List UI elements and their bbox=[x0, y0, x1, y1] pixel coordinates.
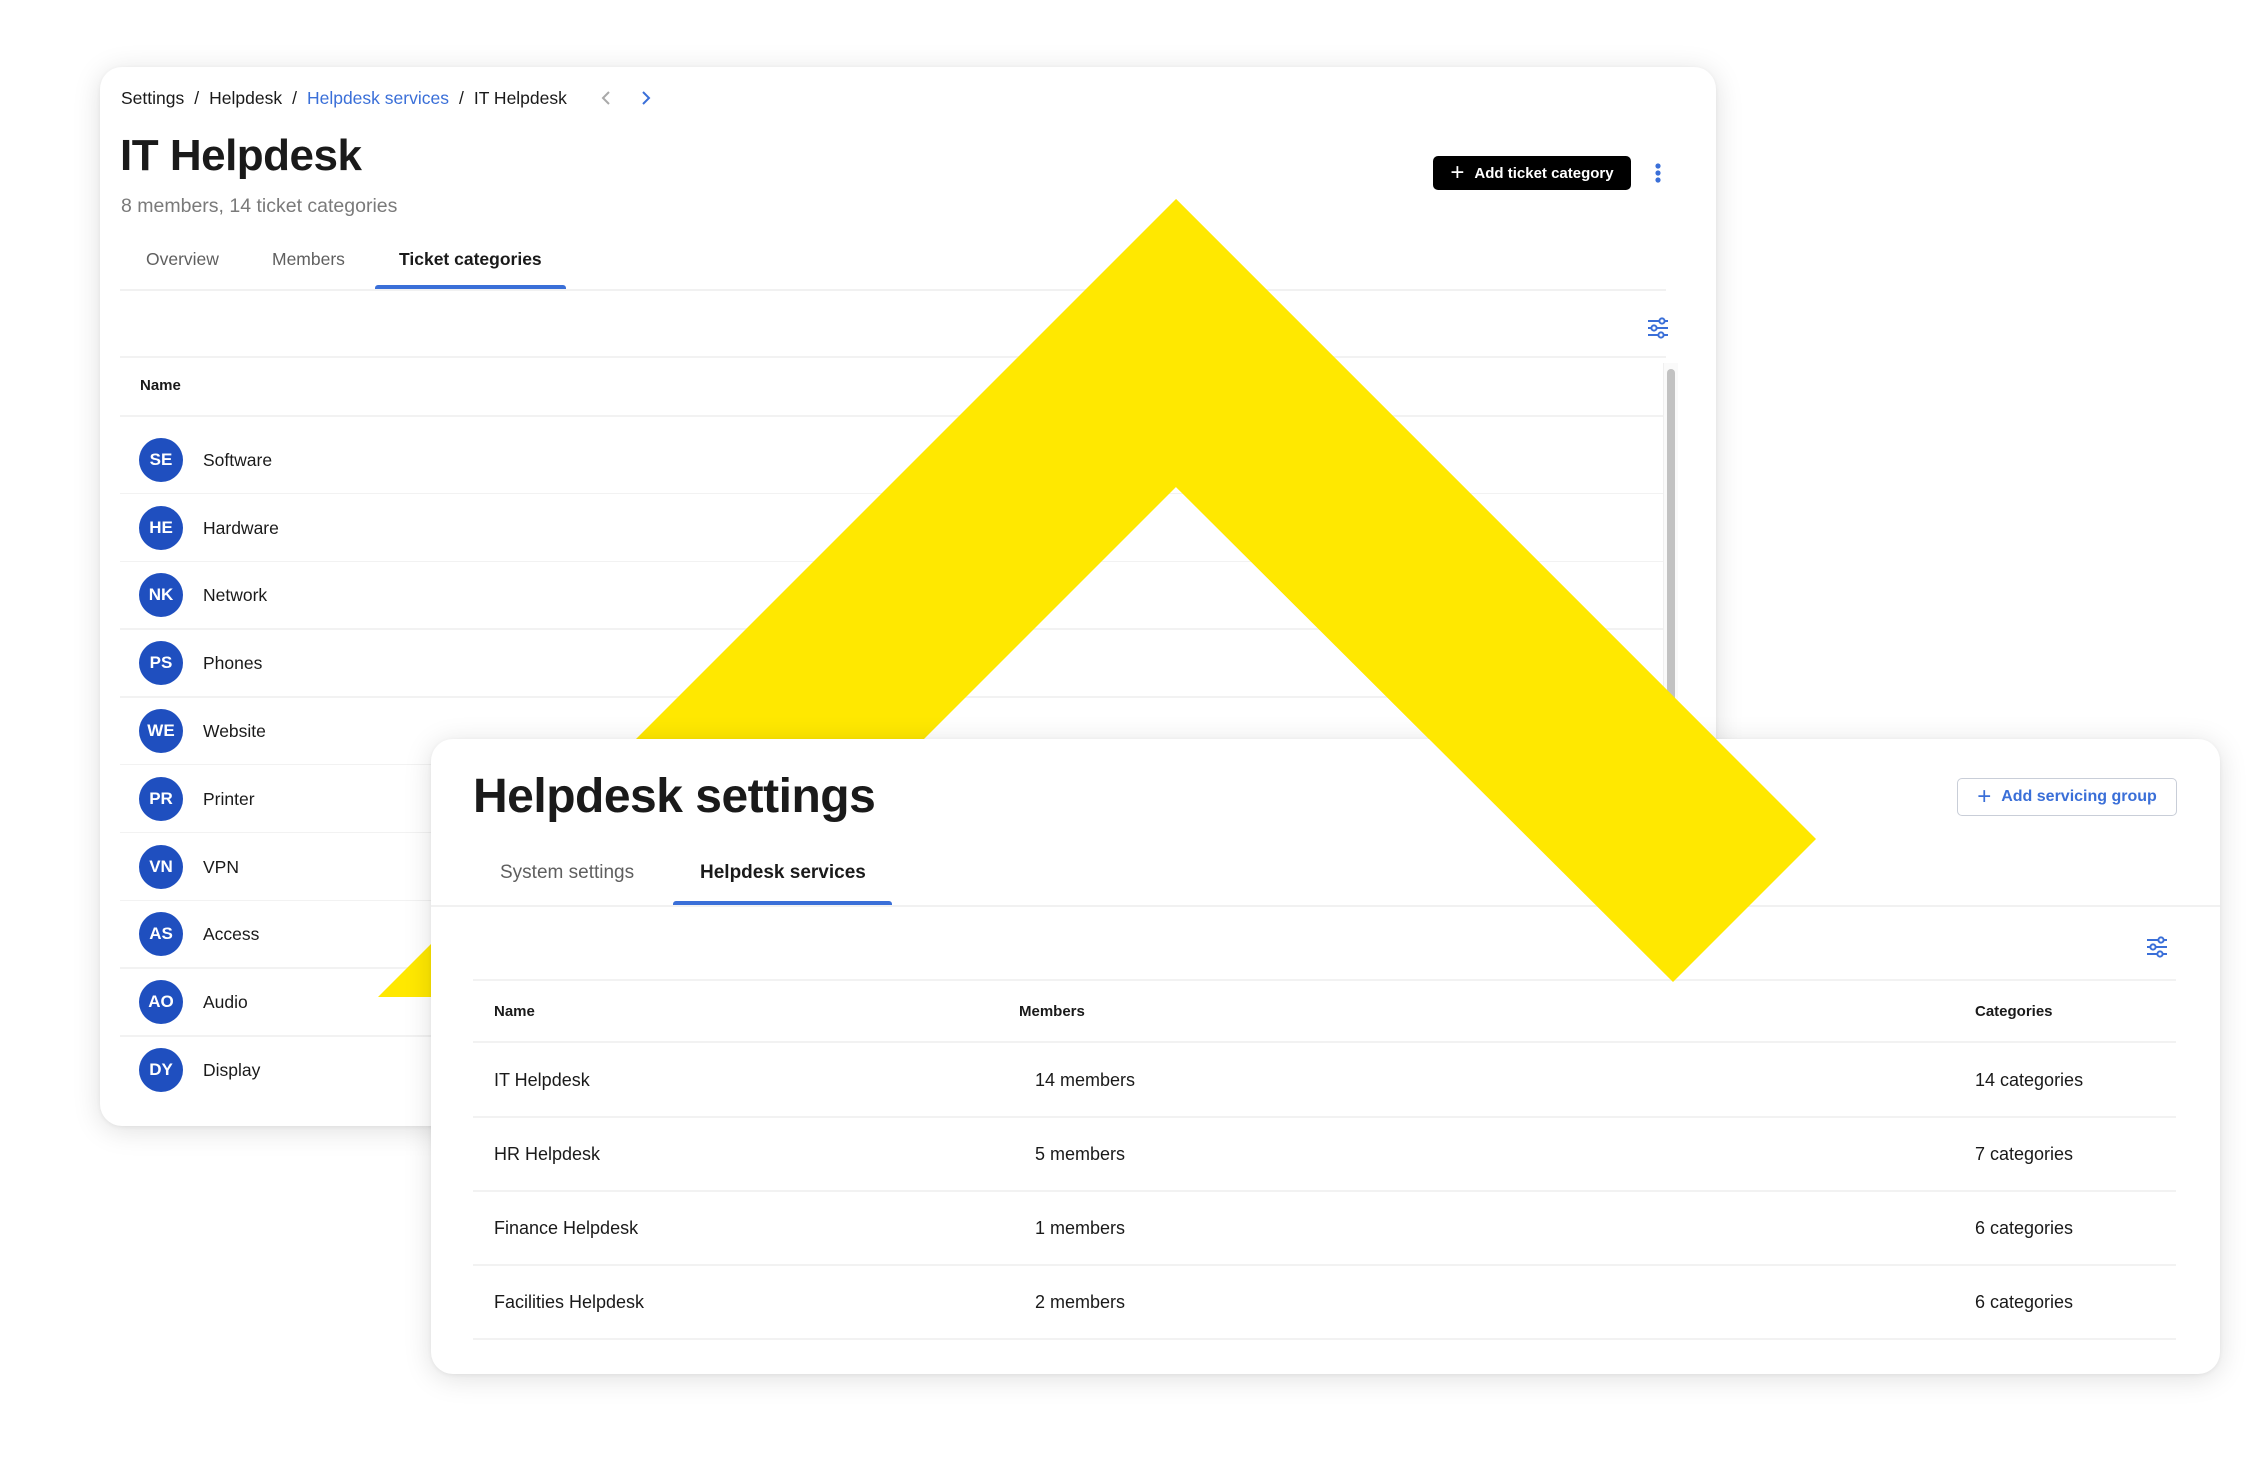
tab-helpdesk-services[interactable]: Helpdesk services bbox=[700, 862, 866, 884]
nav-prev-button[interactable] bbox=[595, 87, 617, 109]
chevron-right-icon bbox=[642, 91, 651, 105]
helpdesk-name: IT Helpdesk bbox=[494, 1070, 590, 1090]
categories-count: 7 categories bbox=[1975, 1144, 2074, 1164]
chevron-left-icon bbox=[601, 91, 610, 105]
members-count: 2 members bbox=[1035, 1292, 1126, 1312]
tab-system-settings[interactable]: System settings bbox=[500, 862, 634, 884]
table-row[interactable]: Facilities Helpdesk 2 members 6 categori… bbox=[473, 1265, 2176, 1340]
column-header-members[interactable]: Members bbox=[1019, 1003, 1085, 1020]
list-item[interactable]: SE Software bbox=[120, 426, 1663, 495]
categories-count: 6 categories bbox=[1975, 1218, 2074, 1238]
row-divider bbox=[473, 1338, 2176, 1340]
list-item[interactable]: HE Hardware bbox=[120, 494, 1663, 563]
members-count: 5 members bbox=[1035, 1144, 1126, 1164]
tab-members[interactable]: Members bbox=[272, 249, 345, 270]
category-name: Network bbox=[203, 585, 268, 606]
page-title: IT Helpdesk bbox=[120, 131, 362, 180]
helpdesk-name: Facilities Helpdesk bbox=[494, 1292, 645, 1312]
breadcrumb-item-helpdesk[interactable]: Helpdesk bbox=[209, 88, 282, 109]
plus-icon: + bbox=[1977, 783, 1992, 810]
members-count: 14 members bbox=[1035, 1070, 1136, 1090]
avatar: PR bbox=[139, 776, 183, 821]
list-item[interactable]: NK Network bbox=[120, 562, 1663, 630]
helpdesk-name: HR Helpdesk bbox=[494, 1144, 601, 1164]
add-servicing-group-label: Add servicing group bbox=[2001, 788, 2157, 805]
table-settings-button[interactable] bbox=[1646, 316, 1670, 340]
table-top-border bbox=[473, 979, 2176, 981]
table-settings-button[interactable] bbox=[2145, 935, 2169, 959]
avatar: NK bbox=[139, 573, 183, 618]
page-subtitle: 8 members, 14 ticket categories bbox=[121, 195, 398, 217]
breadcrumb-separator: / bbox=[458, 87, 464, 108]
tab-overview[interactable]: Overview bbox=[146, 249, 219, 270]
category-name: Display bbox=[203, 1060, 261, 1081]
more-options-button[interactable] bbox=[1650, 159, 1666, 189]
avatar: PS bbox=[139, 641, 183, 686]
category-name: Software bbox=[203, 449, 273, 470]
category-name: Phones bbox=[203, 653, 263, 674]
category-name: Hardware bbox=[203, 517, 279, 538]
sliders-icon bbox=[2147, 936, 2167, 958]
column-header-categories[interactable]: Categories bbox=[1975, 1003, 2053, 1020]
column-header-name[interactable]: Name bbox=[140, 377, 181, 394]
add-ticket-category-label: Add ticket category bbox=[1474, 164, 1614, 182]
table-row[interactable]: HR Helpdesk 5 members 7 categories bbox=[473, 1117, 2176, 1192]
breadcrumb-separator: / bbox=[292, 87, 297, 108]
avatar: VN bbox=[139, 844, 183, 889]
list-item[interactable]: PS Phones bbox=[120, 629, 1663, 698]
category-name: VPN bbox=[203, 856, 239, 877]
avatar: HE bbox=[139, 505, 183, 550]
breadcrumb-item-current: IT Helpdesk bbox=[473, 87, 567, 108]
plus-icon: + bbox=[1450, 159, 1465, 186]
breadcrumb-item-helpdesk-services[interactable]: Helpdesk services bbox=[307, 88, 449, 109]
table-top-border bbox=[120, 356, 1666, 358]
avatar: DY bbox=[139, 1048, 183, 1093]
category-name: Printer bbox=[203, 788, 255, 809]
avatar: SE bbox=[139, 437, 183, 482]
members-count: 1 members bbox=[1035, 1218, 1126, 1238]
breadcrumb-separator: / bbox=[194, 87, 200, 108]
categories-count: 6 categories bbox=[1975, 1292, 2074, 1312]
column-header-name[interactable]: Name bbox=[494, 1003, 535, 1020]
category-name: Website bbox=[203, 721, 266, 742]
category-name: Audio bbox=[203, 992, 248, 1013]
header-divider bbox=[120, 415, 1666, 417]
add-ticket-category-button[interactable]: + Add ticket category bbox=[1433, 156, 1631, 190]
tabs-divider bbox=[431, 905, 2220, 907]
more-vertical-icon bbox=[1655, 163, 1661, 183]
sliders-icon bbox=[1648, 317, 1668, 339]
avatar: AO bbox=[139, 980, 183, 1025]
breadcrumb: Settings / Helpdesk / Helpdesk services … bbox=[121, 87, 657, 109]
table-row[interactable]: Finance Helpdesk 1 members 6 categories bbox=[473, 1191, 2176, 1266]
category-name: Access bbox=[203, 924, 260, 945]
avatar: AS bbox=[139, 912, 183, 957]
tab-ticket-categories[interactable]: Ticket categories bbox=[399, 249, 542, 270]
add-servicing-group-button[interactable]: + Add servicing group bbox=[1957, 778, 2177, 816]
helpdesk-settings-panel: Helpdesk settings + Add servicing group … bbox=[431, 739, 2220, 1374]
table-row[interactable]: IT Helpdesk 14 members 14 categories bbox=[473, 1043, 2176, 1118]
breadcrumb-item-settings[interactable]: Settings bbox=[121, 88, 184, 109]
helpdesk-name: Finance Helpdesk bbox=[494, 1218, 639, 1238]
avatar: WE bbox=[139, 709, 183, 754]
nav-next-button[interactable] bbox=[635, 87, 657, 109]
tabs-divider bbox=[120, 289, 1666, 291]
categories-count: 14 categories bbox=[1975, 1070, 2084, 1090]
page-title: Helpdesk settings bbox=[473, 770, 876, 823]
